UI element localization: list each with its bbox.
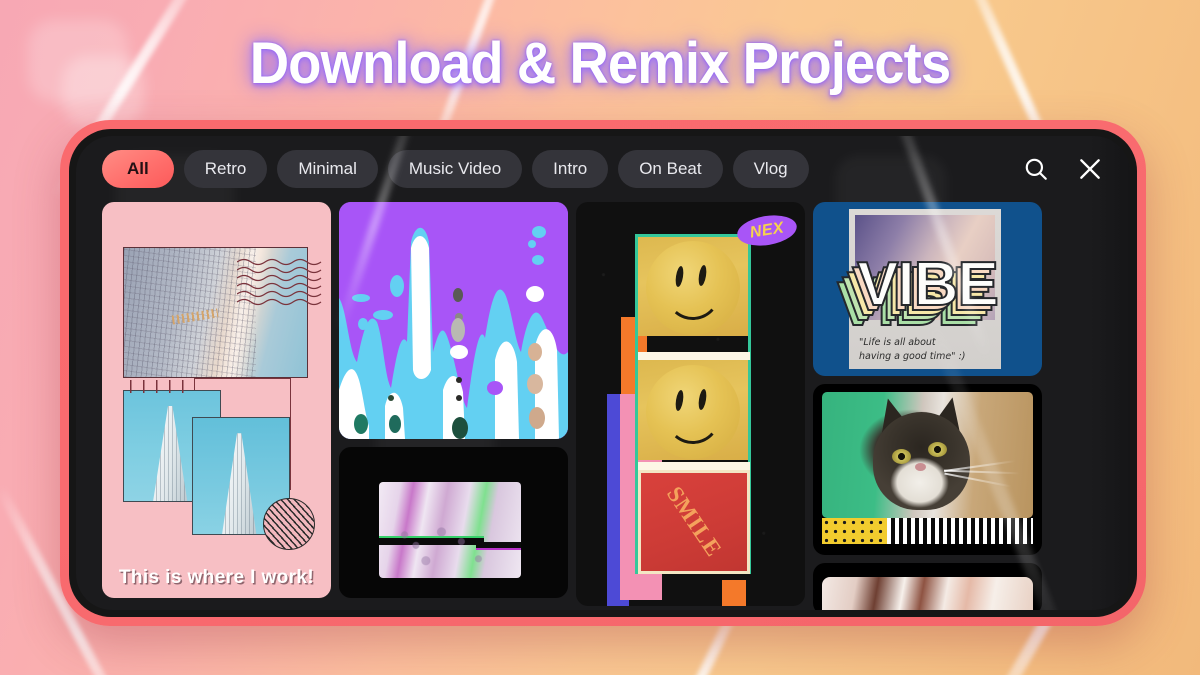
cat-photo xyxy=(822,392,1033,518)
promo-screenshot: Download & Remix Projects All Retro Mini… xyxy=(0,0,1200,675)
tab-vlog[interactable]: Vlog xyxy=(732,150,809,188)
tab-on-beat[interactable]: On Beat xyxy=(618,150,723,188)
smile-text: SMILE xyxy=(661,481,727,562)
filter-tab-list: All Retro Minimal Music Video Intro On B… xyxy=(102,150,1020,188)
tab-minimal[interactable]: Minimal xyxy=(277,150,378,188)
tab-label: Retro xyxy=(204,159,247,178)
vibe-title-stack: VIBE VIBE VIBE VIBE VIBE xyxy=(836,249,1000,340)
tab-retro[interactable]: Retro xyxy=(183,150,268,188)
spire-shape xyxy=(221,433,258,534)
cat-pattern-strip xyxy=(822,518,1033,544)
toolbar-actions xyxy=(1020,153,1116,185)
gallery-column: This is where I work! xyxy=(102,202,331,610)
tab-label: Music Video xyxy=(408,159,502,178)
white-separator xyxy=(638,462,750,470)
collage-caption: This is where I work! xyxy=(118,567,315,588)
project-card-vibe[interactable]: "Life is all about having a good time" :… xyxy=(813,202,1042,376)
project-card-cat[interactable] xyxy=(813,384,1042,555)
gallery-column xyxy=(339,202,568,610)
project-card-glitch[interactable] xyxy=(339,447,568,598)
tab-label: All xyxy=(127,159,149,178)
hatched-circle-decor xyxy=(263,498,315,550)
tab-intro[interactable]: Intro xyxy=(532,150,609,188)
project-card-partial[interactable] xyxy=(813,563,1042,610)
smile-red-panel: SMILE xyxy=(638,470,750,574)
cat-nose xyxy=(914,462,926,471)
tick-marks-decor xyxy=(130,380,195,393)
project-card-collage[interactable]: This is where I work! xyxy=(102,202,331,598)
cat-eye-right xyxy=(927,442,947,458)
search-icon[interactable] xyxy=(1020,153,1052,185)
tab-label: Minimal xyxy=(298,159,357,178)
partial-photo xyxy=(822,577,1033,610)
spire-shape xyxy=(152,405,189,501)
white-separator xyxy=(638,352,750,360)
phone-frame: All Retro Minimal Music Video Intro On B… xyxy=(60,120,1146,626)
glitch-foliage-texture xyxy=(379,482,521,578)
tab-label: Intro xyxy=(553,159,588,178)
gallery-column: "Life is all about having a good time" :… xyxy=(813,202,1042,610)
tab-music-video[interactable]: Music Video xyxy=(387,150,523,188)
tab-all[interactable]: All xyxy=(102,150,174,188)
gallery-column: SMILE NEX xyxy=(576,202,805,610)
nex-badge-label: NEX xyxy=(748,218,786,242)
liquid-drip-art xyxy=(339,202,568,439)
project-card-drip[interactable] xyxy=(339,202,568,439)
project-card-smiley[interactable]: SMILE NEX xyxy=(576,202,805,606)
building-sign xyxy=(171,308,219,325)
vibe-title: VIBE xyxy=(856,249,1000,320)
polka-dot-block xyxy=(822,518,888,544)
stripes-block xyxy=(887,518,1033,544)
polaroid-note-line2: having a good time" :) xyxy=(859,350,966,362)
tab-label: Vlog xyxy=(753,159,788,178)
phone-bezel: All Retro Minimal Music Video Intro On B… xyxy=(69,129,1137,617)
glitch-photo xyxy=(379,482,521,578)
cat-eye-left xyxy=(891,448,911,464)
phone-screen: All Retro Minimal Music Video Intro On B… xyxy=(76,136,1130,610)
wavy-lines-decor xyxy=(237,258,322,306)
filter-toolbar: All Retro Minimal Music Video Intro On B… xyxy=(76,136,1130,202)
tab-label: On Beat xyxy=(639,159,702,178)
cat-face xyxy=(872,412,970,511)
orange-block-decor xyxy=(722,580,746,606)
page-title: Download & Remix Projects xyxy=(249,31,952,96)
close-icon[interactable] xyxy=(1074,153,1106,185)
project-gallery[interactable]: This is where I work! SMILE NEX "Life is… xyxy=(76,202,1130,610)
